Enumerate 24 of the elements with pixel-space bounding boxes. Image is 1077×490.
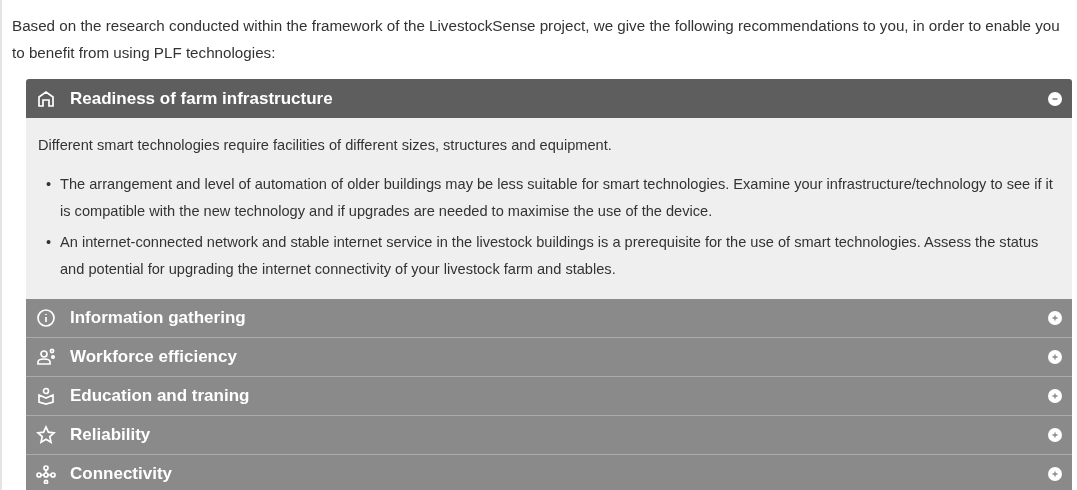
education-icon [36,386,56,406]
expand-icon[interactable] [1048,428,1062,442]
collapse-icon[interactable] [1048,91,1062,106]
body-text: Different smart technologies require facilities of different sizes, structures and equipment. [38,136,613,155]
expand-icon[interactable] [1048,467,1062,481]
bullet-marker: • [46,233,53,252]
bullet-marker: • [46,175,53,194]
info-icon [36,308,56,328]
people-icon [36,347,56,367]
bullet-text: The arrangement and level of automation of older buildings may be less suitable for smart technologies. Examine your infrastructure/technology to see if it is compatible with the new technology and if upgrades are needed to maximise the use of the device. [60,175,1054,221]
accordion-header[interactable]: Education and traning [26,377,1072,416]
intro-paragraph: Based on the research conducted within the framework of the LivestockSense project, we give the following recommendations to you, in order to enable you to benefit from using PLF technologies: [12,16,1061,63]
accordion-header[interactable]: Connectivity [26,455,1072,490]
network-icon [36,464,56,484]
expand-icon[interactable] [1048,350,1062,364]
star-icon [36,425,56,445]
expand-icon[interactable] [1048,389,1062,403]
accordion-header[interactable]: Reliability [26,416,1072,455]
accordion-header[interactable]: Readiness of farm infrastructure [26,79,1072,118]
accordion-header[interactable]: Information gathering [26,299,1072,338]
accordion-header[interactable]: Workforce efficiency [26,338,1072,377]
bullet-text: An internet-connected network and stable internet service in the livestock buildings is a prerequisite for the use of smart technologies. Assess the status and potential for upgrading the internet connectivity of your livestock farm and stables. [60,233,1040,279]
home-icon [36,88,56,109]
expand-icon[interactable] [1048,311,1062,325]
